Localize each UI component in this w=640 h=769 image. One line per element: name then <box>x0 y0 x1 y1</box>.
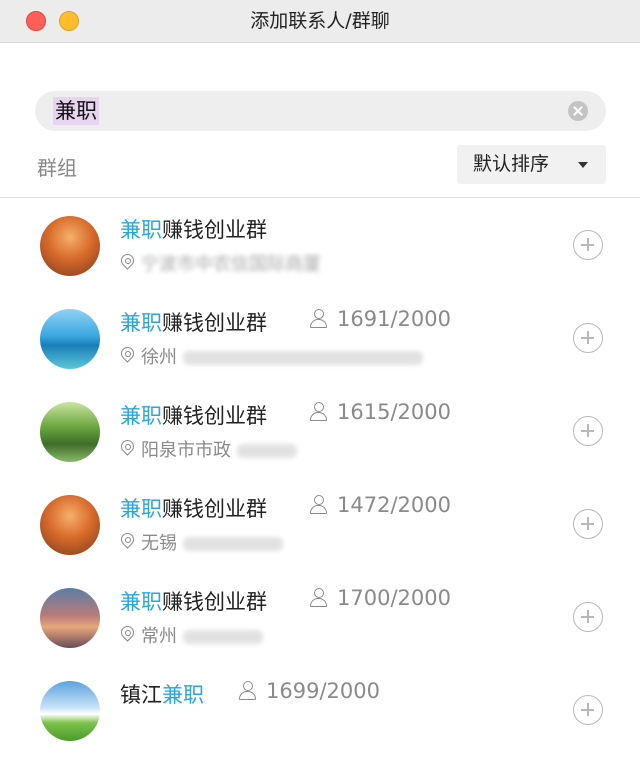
person-icon <box>309 309 327 328</box>
location-pin-icon <box>120 533 136 551</box>
person-icon <box>309 402 327 421</box>
add-group-button[interactable] <box>573 416 603 446</box>
redacted-text <box>183 537 283 551</box>
member-count-text: 1691/2000 <box>337 307 451 331</box>
search-field[interactable]: 兼职 <box>35 91 606 131</box>
location-pin-icon <box>120 626 136 644</box>
member-count: 1691/2000 <box>309 307 451 331</box>
member-count: 1615/2000 <box>309 400 451 424</box>
location-text: 阳泉市市政 <box>141 440 231 461</box>
title-bar: 添加联系人/群聊 <box>0 0 640 43</box>
location-text: 徐州 <box>141 347 177 368</box>
group-name: 兼职赚钱创业群 <box>120 586 267 616</box>
group-name: 兼职赚钱创业群 <box>120 493 267 523</box>
avatar <box>40 495 100 555</box>
name-highlight: 兼职 <box>120 311 162 335</box>
person-icon <box>309 588 327 607</box>
add-group-button[interactable] <box>573 509 603 539</box>
group-name: 兼职赚钱创业群 <box>120 214 267 244</box>
member-count: 1699/2000 <box>238 679 380 703</box>
person-icon <box>309 495 327 514</box>
list-item[interactable]: 兼职赚钱创业群 1472/2000 无锡 <box>0 477 640 570</box>
group-name: 兼职赚钱创业群 <box>120 307 267 337</box>
window-title: 添加联系人/群聊 <box>250 10 390 32</box>
redacted-text <box>237 444 297 458</box>
name-highlight: 兼职 <box>120 218 162 242</box>
group-location: 宁波市中农信国际商厦 <box>120 250 321 276</box>
member-count: 1472/2000 <box>309 493 451 517</box>
search-input[interactable]: 兼职 <box>53 97 99 125</box>
location-pin-icon <box>120 254 136 272</box>
location-text: 无锡 <box>141 533 177 554</box>
member-count: 1700/2000 <box>309 586 451 610</box>
name-prefix: 镇江 <box>120 683 162 707</box>
member-count-text: 1615/2000 <box>337 400 451 424</box>
name-rest: 赚钱创业群 <box>162 497 267 521</box>
section-label-groups: 群组 <box>37 156 77 180</box>
add-group-button[interactable] <box>573 230 603 260</box>
location-pin-icon <box>120 347 136 365</box>
group-location: 徐州 <box>120 343 423 369</box>
avatar <box>40 216 100 276</box>
group-location: 无锡 <box>120 529 283 555</box>
member-count-text: 1699/2000 <box>266 679 380 703</box>
add-group-button[interactable] <box>573 695 603 725</box>
member-count-text: 1700/2000 <box>337 586 451 610</box>
clear-search-icon[interactable] <box>568 101 588 121</box>
name-highlight: 兼职 <box>120 497 162 521</box>
redacted-text <box>183 351 423 365</box>
chevron-down-icon <box>578 162 588 168</box>
person-icon <box>238 681 256 700</box>
list-item[interactable]: 兼职赚钱创业群 宁波市中农信国际商厦 <box>0 198 640 291</box>
avatar <box>40 402 100 462</box>
name-rest: 赚钱创业群 <box>162 311 267 335</box>
list-item[interactable]: 兼职赚钱创业群 1691/2000 徐州 <box>0 291 640 384</box>
name-highlight: 兼职 <box>162 683 204 707</box>
name-highlight: 兼职 <box>120 404 162 428</box>
avatar <box>40 309 100 369</box>
list-item[interactable]: 镇江兼职 1699/2000 <box>0 663 640 756</box>
avatar <box>40 588 100 648</box>
name-rest: 赚钱创业群 <box>162 218 267 242</box>
add-group-button[interactable] <box>573 323 603 353</box>
redacted-text <box>183 630 263 644</box>
name-rest: 赚钱创业群 <box>162 590 267 614</box>
location-pin-icon <box>120 440 136 458</box>
location-text: 宁波市中农信国际商厦 <box>141 254 321 275</box>
group-location: 阳泉市市政 <box>120 436 297 462</box>
group-location: 常州 <box>120 622 263 648</box>
location-text: 常州 <box>141 626 177 647</box>
group-list: 兼职赚钱创业群 宁波市中农信国际商厦 兼职赚钱创业群 1691/2000 徐州 … <box>0 198 640 756</box>
list-item[interactable]: 兼职赚钱创业群 1615/2000 阳泉市市政 <box>0 384 640 477</box>
group-name: 镇江兼职 <box>120 679 204 709</box>
sort-dropdown[interactable]: 默认排序 <box>457 145 606 184</box>
add-group-button[interactable] <box>573 602 603 632</box>
name-highlight: 兼职 <box>120 590 162 614</box>
sort-label: 默认排序 <box>473 153 550 175</box>
name-rest: 赚钱创业群 <box>162 404 267 428</box>
avatar <box>40 681 100 741</box>
list-item[interactable]: 兼职赚钱创业群 1700/2000 常州 <box>0 570 640 663</box>
group-name: 兼职赚钱创业群 <box>120 400 267 430</box>
member-count-text: 1472/2000 <box>337 493 451 517</box>
